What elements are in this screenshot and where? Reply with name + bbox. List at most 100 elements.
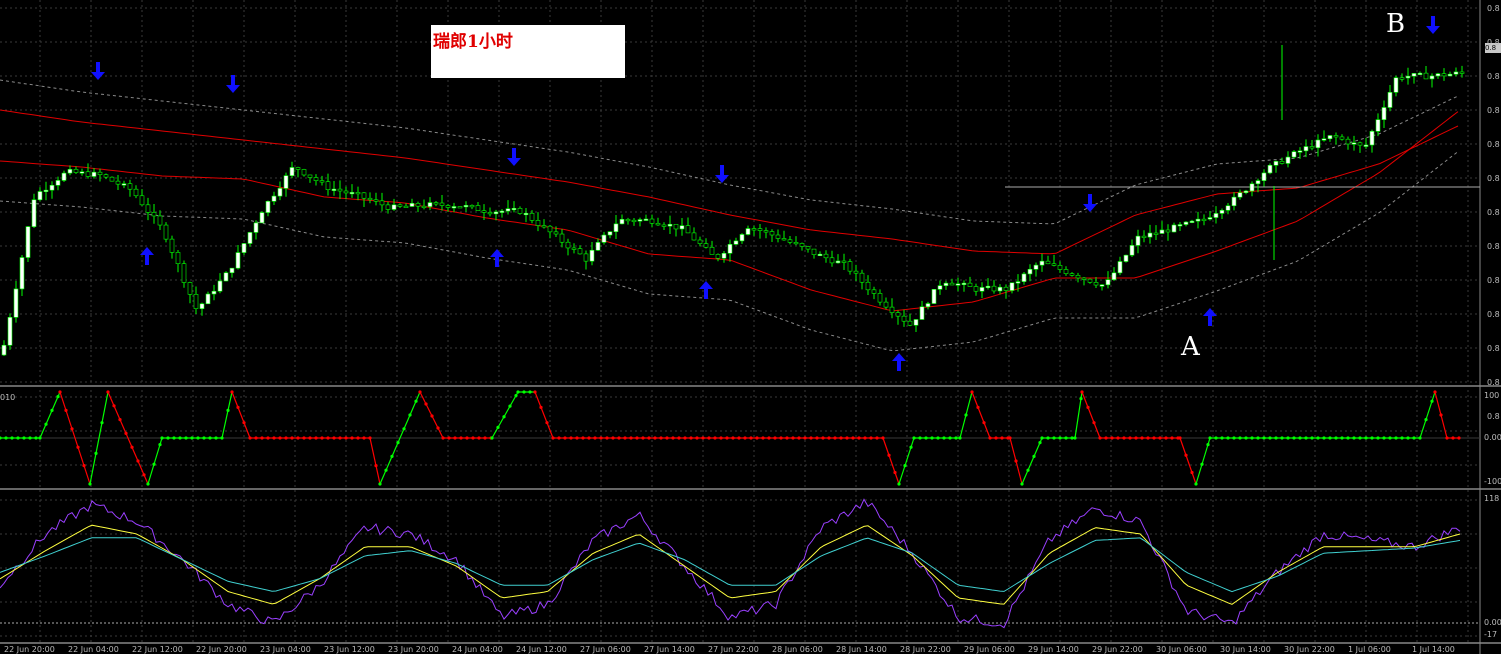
candle-body: [1285, 156, 1291, 164]
candle-body: [55, 180, 61, 186]
oscillator-dot: [378, 482, 382, 486]
oscillator-dot: [332, 436, 336, 440]
candle-body: [73, 169, 79, 173]
oscillator-dot: [948, 436, 952, 440]
oscillator-dot: [575, 436, 579, 440]
oscillator-dot: [272, 436, 276, 440]
x-tick-label: 30 Jun 22:00: [1284, 645, 1335, 654]
candle-body: [163, 224, 169, 240]
oscillator-dot: [1328, 436, 1332, 440]
oscillator-dot: [308, 436, 312, 440]
oscillator-dot: [136, 459, 140, 463]
candle-body: [199, 303, 205, 309]
oscillator-dot: [569, 436, 573, 440]
oscillator-dot: [1412, 436, 1416, 440]
candle-body: [1213, 213, 1219, 218]
trading-chart[interactable]: [0, 0, 1501, 654]
candle-body: [1117, 261, 1123, 274]
candle-body: [61, 172, 67, 181]
candle-body: [313, 177, 319, 181]
candle-body: [805, 246, 811, 250]
oscillator-dot: [785, 436, 789, 440]
oscillator-dot: [683, 436, 687, 440]
oscillator-dot: [695, 436, 699, 440]
oscillator-dot: [1406, 436, 1410, 440]
candle-body: [1387, 92, 1393, 108]
oscillator-dot: [414, 399, 418, 403]
candle-body: [481, 210, 487, 213]
oscillator-tick-label: -100: [1484, 477, 1501, 486]
candle-body: [697, 239, 703, 244]
oscillator-dot: [374, 464, 378, 468]
oscillator-dot: [100, 421, 104, 425]
candle-body: [187, 282, 193, 295]
candle-body: [913, 319, 919, 326]
oscillator-dot: [1292, 436, 1296, 440]
oscillator-dot: [190, 436, 194, 440]
candle-body: [1423, 72, 1429, 80]
candle-body: [343, 190, 349, 194]
candle-body: [1189, 220, 1195, 223]
candle-body: [235, 252, 241, 269]
candle-body: [115, 180, 121, 185]
oscillator-dot: [1370, 436, 1374, 440]
oscillator-dot: [1268, 436, 1272, 440]
candle-body: [727, 244, 733, 254]
oscillator-dot: [1358, 436, 1362, 440]
candle-body: [1027, 268, 1033, 275]
candle-body: [829, 257, 835, 264]
candle-body: [205, 293, 211, 305]
x-tick-label: 30 Jun 14:00: [1220, 645, 1271, 654]
oscillator-dot: [166, 436, 170, 440]
candle-body: [1165, 229, 1171, 233]
candle-body: [1207, 217, 1213, 220]
candle-body: [1087, 278, 1093, 283]
candle-body: [1297, 150, 1303, 153]
sell-arrow-icon: [226, 75, 240, 93]
oscillator-dot: [160, 436, 164, 440]
y-tick-label: 0.8: [1487, 378, 1500, 387]
candle-body: [445, 205, 451, 208]
oscillator-dot: [64, 408, 68, 412]
oscillator-dot: [390, 454, 394, 458]
candle-body: [1057, 265, 1063, 270]
oscillator-dot: [545, 421, 549, 425]
y-tick-label: 0.8: [1487, 174, 1500, 183]
oscillator-dot: [214, 436, 218, 440]
oscillator-dot: [1104, 436, 1108, 440]
oscillator-dot: [1184, 453, 1188, 457]
oscillator-dot: [1286, 436, 1290, 440]
candle-body: [325, 181, 331, 191]
oscillator-dot: [296, 436, 300, 440]
oscillator-dot: [220, 436, 224, 440]
oscillator-dot: [1073, 436, 1077, 440]
candle-body: [853, 270, 859, 274]
candle-body: [397, 204, 403, 207]
candle-body: [775, 234, 781, 239]
candle-body: [1441, 73, 1447, 77]
oscillator-dot: [551, 436, 555, 440]
candle-body: [259, 212, 265, 224]
y-tick-label: 0.8: [1487, 140, 1500, 149]
x-tick-label: 23 Jun 12:00: [324, 645, 375, 654]
candle-body: [1321, 138, 1327, 141]
oscillator-dot: [725, 436, 729, 440]
oscillator-dot: [1208, 436, 1212, 440]
oscillator-dot: [320, 436, 324, 440]
outer-upper-band-line: [0, 79, 1459, 225]
candle-body: [379, 200, 385, 206]
candle-body: [301, 169, 307, 176]
oscillator-dot: [791, 436, 795, 440]
candle-body: [355, 192, 361, 195]
candle-body: [1075, 274, 1081, 279]
oscillator-dot: [611, 436, 615, 440]
candle-body: [667, 223, 673, 227]
candle-body: [787, 239, 793, 243]
oscillator-dot: [749, 436, 753, 440]
oscillator-dot: [1316, 436, 1320, 440]
candle-body: [331, 188, 337, 191]
candle-body: [739, 234, 745, 242]
y-tick-label: 0.8: [1487, 412, 1500, 421]
x-tick-label: 28 Jun 14:00: [836, 645, 887, 654]
candle-body: [601, 234, 607, 243]
